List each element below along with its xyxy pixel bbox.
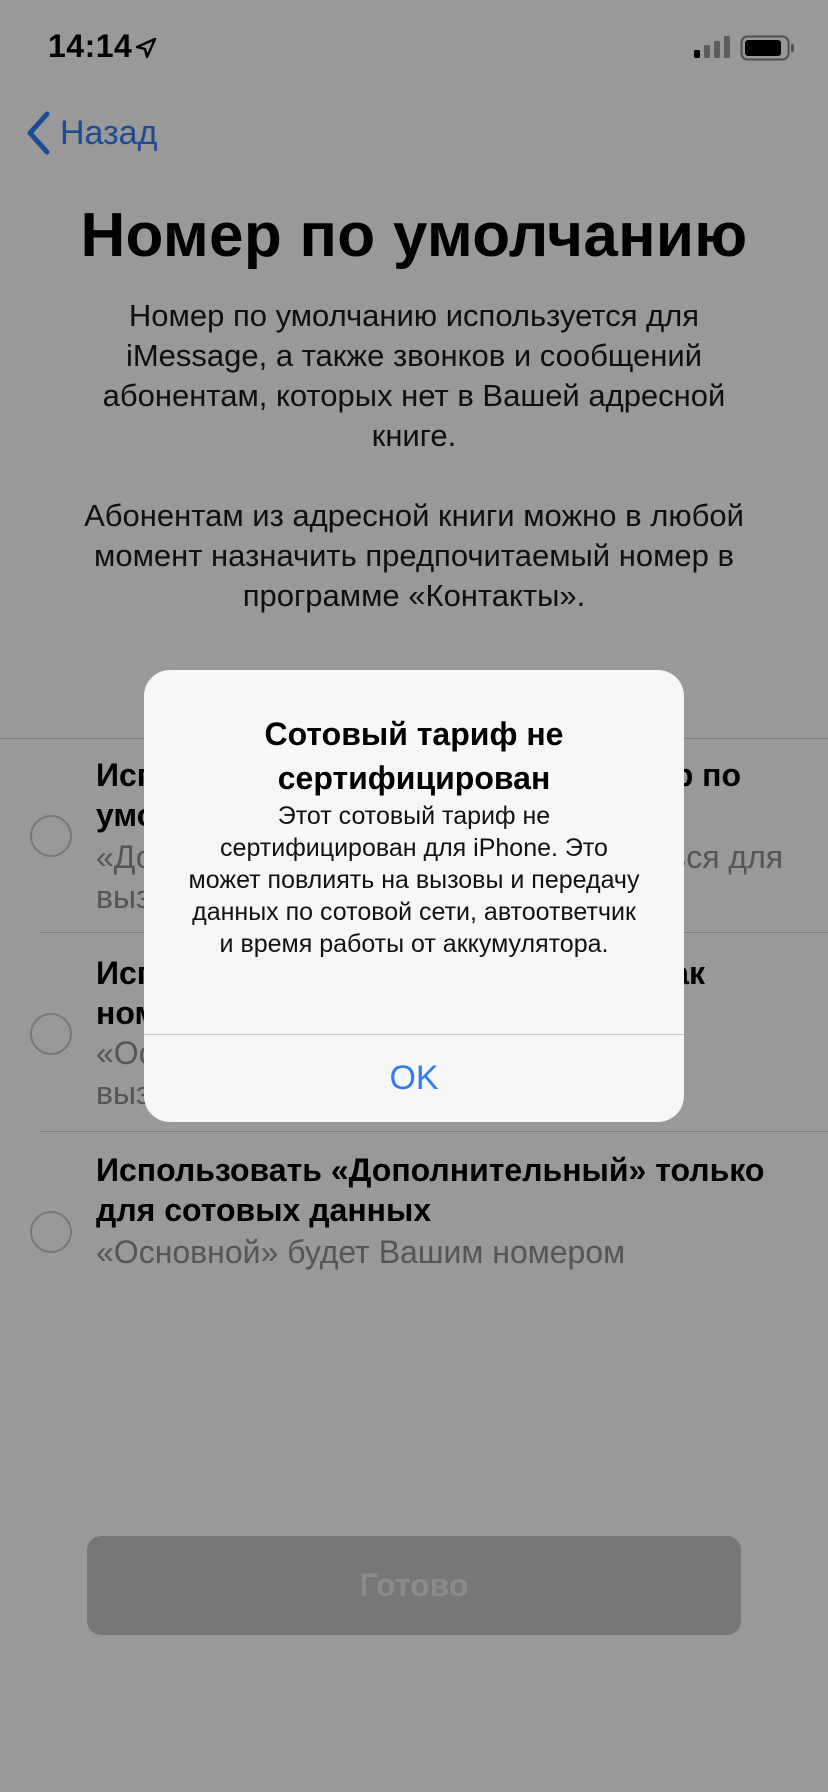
alert-message: Этот сотовый тариф не сертифицирован для…	[188, 802, 640, 958]
alert-dialog: Сотовый тариф не сертифицирован Этот сот…	[144, 670, 684, 1122]
alert-ok-button[interactable]: OK	[144, 1035, 684, 1122]
default-number-screen: 14:14 Назад Номер по умолчанию Номер по …	[0, 0, 828, 1792]
alert-title: Сотовый тариф не сертифицирован	[264, 716, 564, 796]
